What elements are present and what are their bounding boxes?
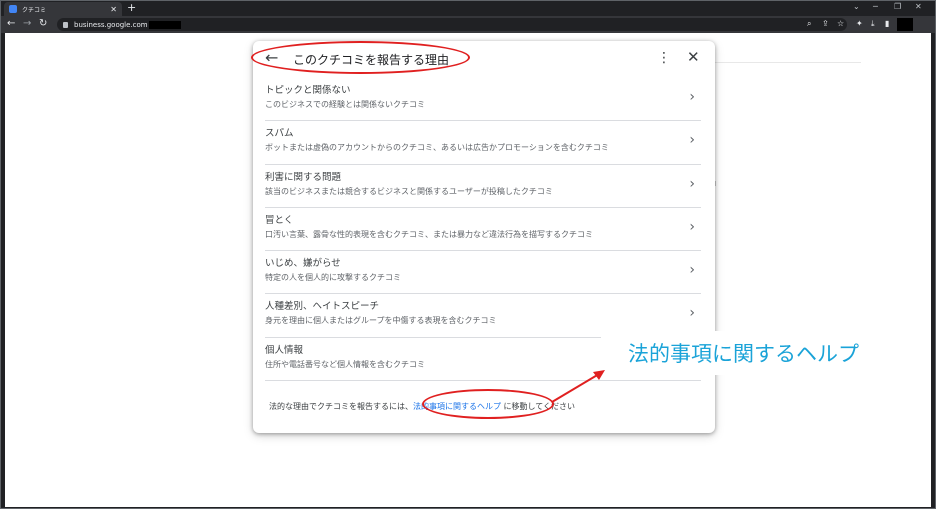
reason-description: 身元を理由に個人またはグループを中傷する表現を含むクチコミ [265, 316, 497, 326]
footer-text-before: 法的な理由でクチコミを報告するには、 [269, 402, 413, 411]
back-nav-icon[interactable]: ← [7, 18, 15, 30]
download-icon[interactable]: ⤓ [871, 19, 875, 29]
reason-item-conflict-of-interest[interactable]: 利害に関する問題 該当のビジネスまたは競合するビジネスと関係するユーザーが投稿し… [265, 165, 701, 208]
browser-toolbar: ← → ↻ business.google.com ⌕ ⇪ ☆ ✦ ⤓ ▮ [1, 16, 935, 33]
bookmark-star-icon[interactable]: ☆ [837, 19, 844, 29]
new-tab-button[interactable]: + [127, 2, 136, 14]
more-options-icon[interactable]: ⋮ [657, 48, 671, 68]
reason-item-bullying[interactable]: いじめ、嫌がらせ 特定の人を個人的に攻撃するクチコミ › [265, 251, 701, 295]
reload-icon[interactable]: ↻ [39, 18, 47, 30]
share-icon[interactable]: ⇪ [822, 19, 829, 29]
reason-title: 人種差別、ヘイトスピーチ [265, 301, 380, 313]
browser-tab[interactable]: クチコミ ✕ [4, 2, 122, 16]
annotation-arrow [551, 370, 605, 403]
tab-title: クチコミ [22, 6, 47, 14]
background-divider [715, 62, 861, 63]
highlight-ring-title [251, 41, 470, 74]
chevron-right-icon: › [689, 132, 695, 149]
reason-title: 利害に関する問題 [265, 171, 342, 183]
chevron-right-icon: › [689, 89, 695, 105]
annotation-callout: 法的事項に関するヘルプ [601, 331, 886, 375]
reason-title: スパム [265, 128, 294, 140]
side-panel-icon[interactable]: ▮ [885, 19, 889, 29]
forward-nav-icon[interactable]: → [23, 18, 31, 30]
address-bar[interactable]: business.google.com [57, 18, 847, 31]
tab-close-icon[interactable]: ✕ [110, 5, 117, 14]
reason-title: いじめ、嫌がらせ [265, 258, 341, 270]
reason-item-spam[interactable]: スパム ボットまたは虚偽のアカウントからのクチコミ、あるいは広告かプロモーション… [265, 121, 701, 165]
close-window-button[interactable]: ✕ [915, 2, 922, 11]
reason-description: 特定の人を個人的に攻撃するクチコミ [265, 273, 401, 283]
minimize-button[interactable]: ─ [873, 2, 878, 11]
extensions-icon[interactable]: ✦ [856, 19, 863, 29]
reason-description: 該当のビジネスまたは競合するビジネスと関係するユーザーが投稿したクチコミ [265, 186, 553, 196]
zoom-icon[interactable]: ⌕ [807, 19, 811, 29]
highlight-ring-link [422, 389, 554, 419]
page-content: ← このクチコミを報告する理由 ⋮ ✕ トピックと関係ない このビジネスでの経験… [5, 33, 931, 507]
chevron-right-icon: › [689, 262, 695, 279]
reason-title: トピックと関係ない [265, 85, 351, 96]
favicon-icon [9, 5, 17, 13]
chevron-right-icon: › [689, 175, 695, 192]
close-icon[interactable]: ✕ [687, 47, 700, 67]
chevron-right-icon: › [689, 305, 695, 322]
callout-text: 法的事項に関するヘルプ [628, 342, 859, 366]
restore-button[interactable]: ❐ [894, 2, 901, 11]
reason-description: ボットまたは虚偽のアカウントからのクチコミ、あるいは広告かプロモーションを含むク… [265, 143, 609, 153]
reason-item-off-topic[interactable]: トピックと関係ない このビジネスでの経験とは関係ないクチコミ › [265, 78, 701, 122]
browser-window: クチコミ ✕ + ⌄ ─ ❐ ✕ ← → ↻ business.google.c… [0, 0, 936, 509]
reason-title: 冒とく [265, 214, 294, 226]
tab-strip: クチコミ ✕ + ⌄ ─ ❐ ✕ [1, 1, 935, 16]
lock-icon [63, 21, 68, 28]
chevron-right-icon: › [689, 218, 695, 235]
reason-description: 口汚い言葉、露骨な性的表現を含むクチコミ、または暴力など違法行為を描写するクチコ… [265, 229, 593, 239]
tab-search-icon[interactable]: ⌄ [853, 2, 860, 11]
reason-item-profanity[interactable]: 冒とく 口汚い言葉、露骨な性的表現を含むクチコミ、または暴力など違法行為を描写す… [265, 208, 701, 252]
redacted-url-part [148, 20, 181, 29]
url-text: business.google.com [74, 20, 148, 29]
redacted-profile-avatar[interactable] [897, 18, 913, 31]
reason-description: このビジネスでの経験とは関係ないクチコミ [265, 100, 425, 109]
